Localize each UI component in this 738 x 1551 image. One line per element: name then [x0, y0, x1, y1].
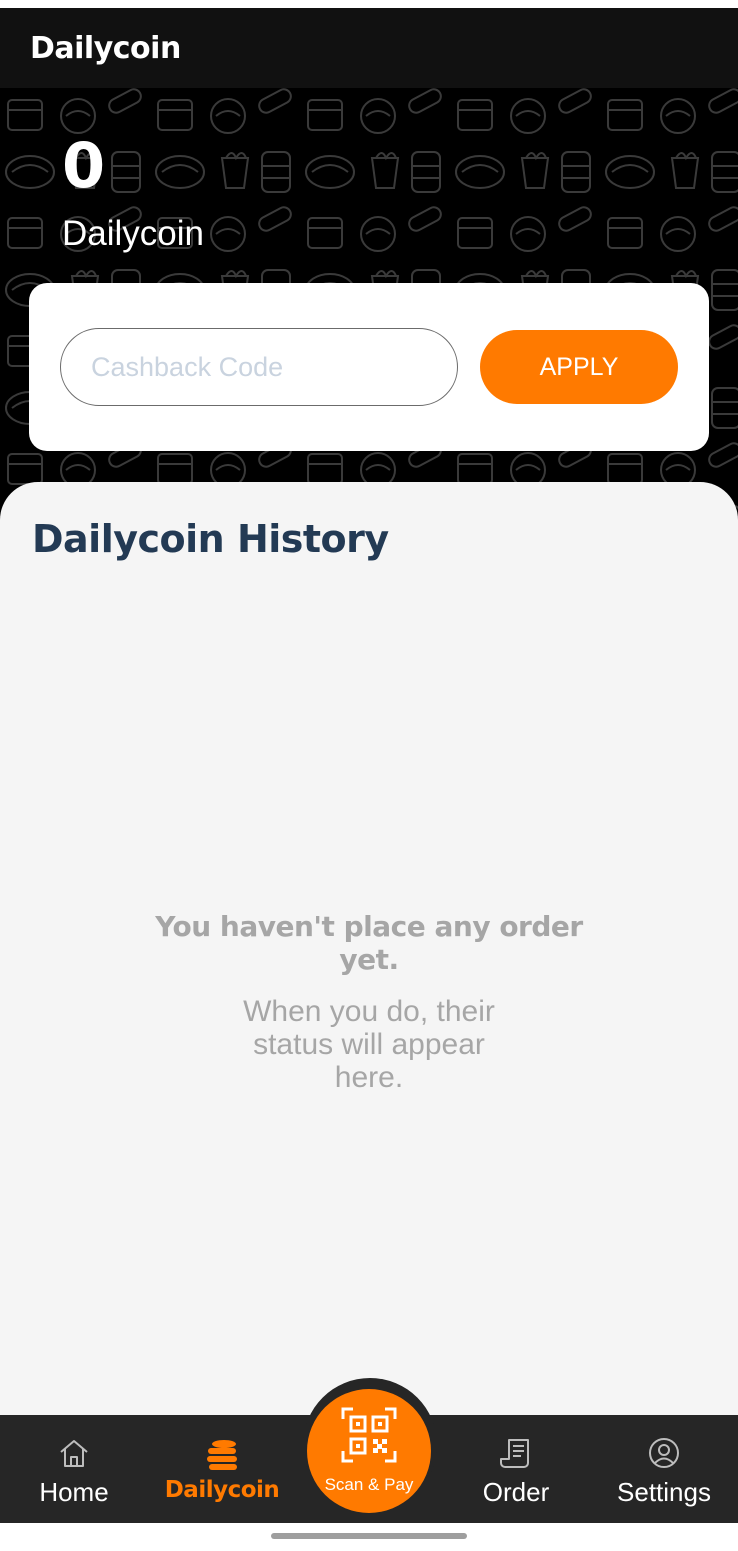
nav-label-home: Home — [39, 1477, 109, 1507]
user-circle-icon — [649, 1438, 679, 1468]
status-bar — [0, 0, 738, 8]
home-icon — [60, 1440, 88, 1467]
system-gesture-area — [0, 1523, 738, 1551]
receipt-icon — [500, 1439, 529, 1468]
nav-item-order[interactable]: Order — [466, 1415, 566, 1523]
cashback-card: APPLY — [29, 283, 709, 451]
scan-and-pay-button[interactable]: Scan & Pay — [307, 1389, 431, 1513]
history-title: Dailycoin History — [32, 517, 389, 561]
nav-label-dailycoin: Dailycoin — [164, 1477, 280, 1503]
app-title: Dailycoin — [30, 30, 181, 66]
nav-item-home[interactable]: Home — [24, 1415, 124, 1523]
history-panel: Dailycoin History You haven't place any … — [0, 482, 738, 1442]
coin-stack-icon — [207, 1440, 237, 1470]
balance-value: 0 — [62, 129, 106, 202]
scan-and-pay-label: Scan & Pay — [324, 1475, 414, 1494]
nav-item-dailycoin[interactable]: Dailycoin — [162, 1415, 282, 1523]
home-indicator[interactable] — [271, 1533, 467, 1539]
qr-code-icon — [341, 1407, 397, 1463]
empty-state-title: You haven't place any order yet. — [155, 910, 583, 976]
empty-state-subtitle: When you do, their status will appear he… — [243, 995, 495, 1094]
nav-label-order: Order — [482, 1477, 550, 1507]
nav-label-settings: Settings — [617, 1477, 711, 1507]
app-header: Dailycoin — [0, 8, 738, 88]
cashback-code-input[interactable] — [60, 328, 458, 406]
nav-item-settings[interactable]: Settings — [612, 1415, 716, 1523]
balance-label: Dailycoin — [62, 214, 204, 253]
apply-button[interactable]: APPLY — [480, 330, 678, 404]
